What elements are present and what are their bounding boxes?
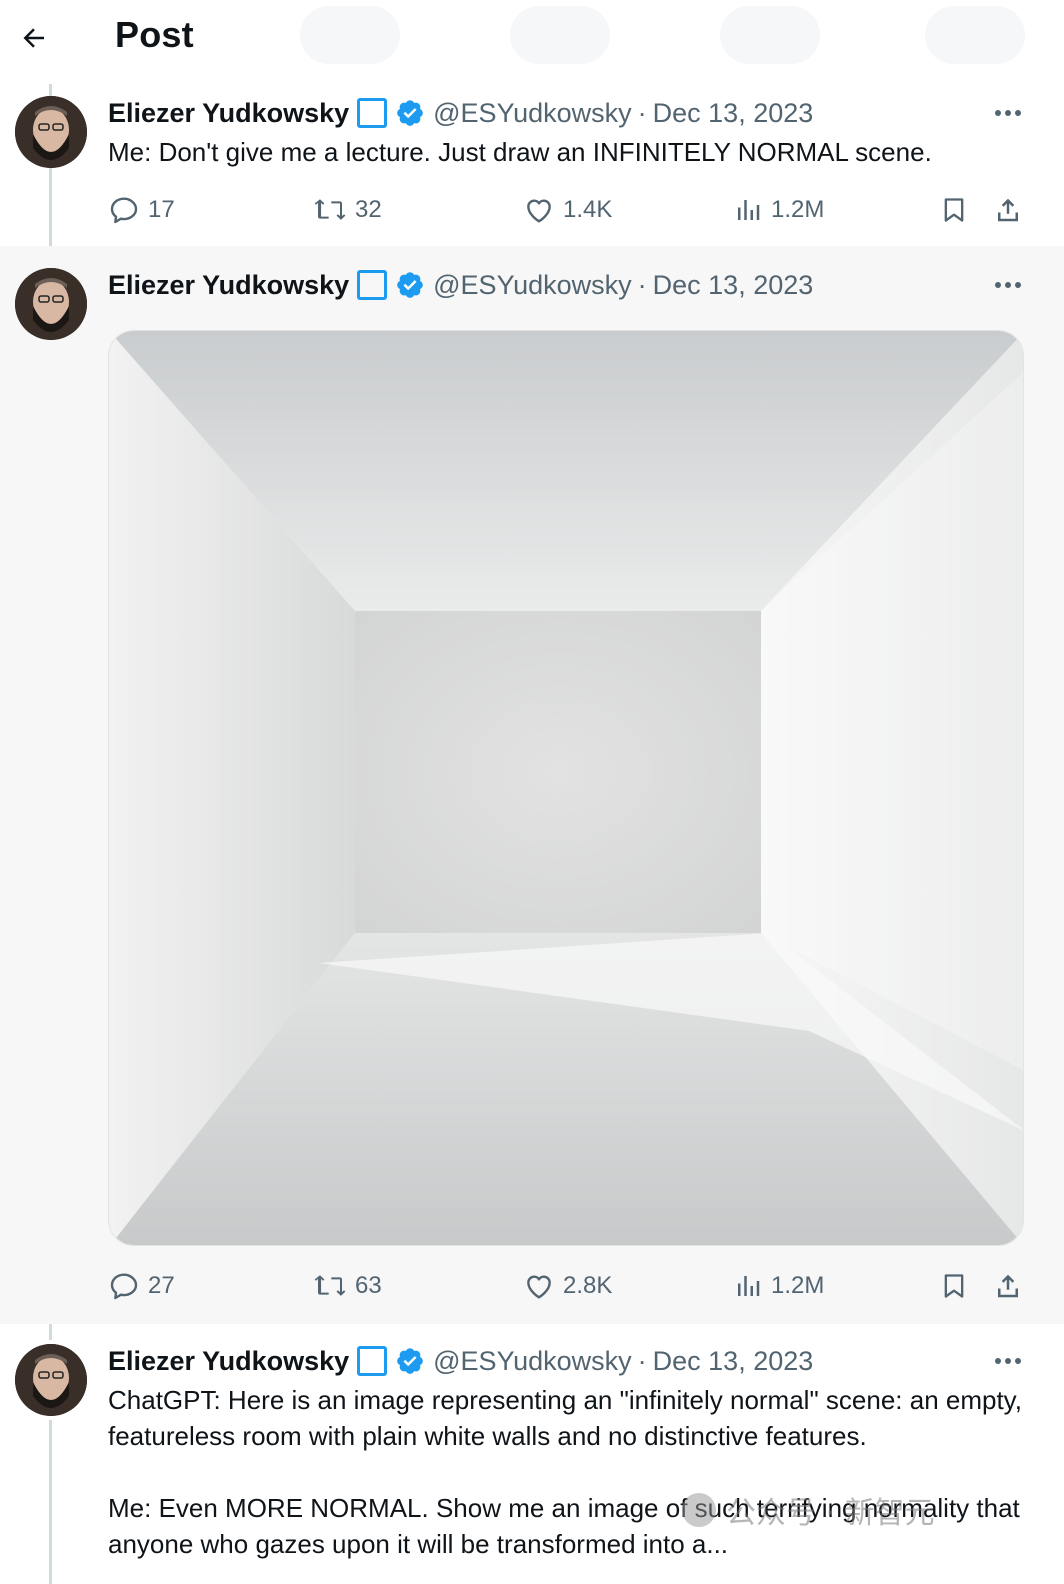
view-count: 1.2M: [771, 196, 825, 223]
author-name[interactable]: Eliezer Yudkowsky: [108, 1346, 349, 1377]
post-date[interactable]: Dec 13, 2023: [653, 98, 814, 129]
tweet-header: Eliezer Yudkowsky @ESYudkowsky · Dec 13,…: [108, 268, 813, 302]
retweet-icon: [314, 199, 346, 220]
nav-placeholder: [510, 6, 610, 64]
retweet-button[interactable]: 63: [313, 1266, 382, 1306]
views-button[interactable]: 1.2M: [733, 1266, 824, 1306]
more-horizontal-icon: [995, 1358, 1021, 1364]
bookmark-button[interactable]: [936, 190, 972, 230]
avatar[interactable]: [15, 96, 87, 168]
nav-placeholder: [300, 6, 400, 64]
watermark-text: 公众号 · 新智元: [726, 1496, 935, 1531]
square-icon: [357, 98, 388, 128]
avatar[interactable]: [15, 1344, 87, 1416]
more-button[interactable]: [990, 268, 1026, 302]
author-name[interactable]: Eliezer Yudkowsky: [108, 98, 349, 129]
author-handle[interactable]: @ESYudkowsky: [433, 270, 632, 301]
tweet-media-image[interactable]: [108, 330, 1024, 1246]
more-horizontal-icon: [995, 110, 1021, 116]
like-button[interactable]: 1.4K: [523, 190, 612, 230]
verified-badge-icon[interactable]: [395, 1346, 425, 1376]
action-bar: 17 32 1.4K 1.2M: [108, 190, 1038, 230]
heart-icon: [527, 1275, 551, 1299]
tweet-1[interactable]: Eliezer Yudkowsky @ESYudkowsky · Dec 13,…: [0, 76, 1064, 246]
action-bar: 27 63 2.8K 1.2M: [108, 1266, 1038, 1306]
tweet-header: Eliezer Yudkowsky @ESYudkowsky · Dec 13,…: [108, 96, 813, 130]
retweet-count: 63: [355, 1272, 382, 1299]
share-button[interactable]: [990, 190, 1026, 230]
tweet-header: Eliezer Yudkowsky @ESYudkowsky · Dec 13,…: [108, 1344, 813, 1378]
share-icon: [998, 1274, 1018, 1298]
tweet-2[interactable]: Eliezer Yudkowsky @ESYudkowsky · Dec 13,…: [0, 246, 1064, 1324]
bookmark-button[interactable]: [936, 1266, 972, 1306]
verified-badge-icon[interactable]: [395, 270, 425, 300]
more-button[interactable]: [990, 96, 1026, 130]
post-date[interactable]: Dec 13, 2023: [653, 270, 814, 301]
tweet-3[interactable]: Eliezer Yudkowsky @ESYudkowsky · Dec 13,…: [0, 1324, 1064, 1584]
square-icon: [357, 270, 388, 300]
views-button[interactable]: 1.2M: [733, 190, 824, 230]
reply-icon: [110, 1273, 138, 1300]
reply-icon: [110, 197, 138, 224]
avatar[interactable]: [15, 268, 87, 340]
like-count: 2.8K: [563, 1272, 613, 1299]
reply-count: 17: [148, 196, 175, 223]
separator-dot: ·: [637, 269, 647, 300]
analytics-icon: [738, 200, 760, 220]
top-bar: Post: [0, 0, 1064, 76]
bookmark-icon: [944, 1274, 964, 1298]
bookmark-icon: [944, 198, 964, 222]
share-button[interactable]: [990, 1266, 1026, 1306]
retweet-icon: [314, 1275, 346, 1296]
post-date[interactable]: Dec 13, 2023: [653, 1346, 814, 1377]
heart-icon: [527, 199, 551, 223]
back-button[interactable]: [14, 18, 54, 58]
tweet-text: Me: Don't give me a lecture. Just draw a…: [108, 137, 932, 167]
more-horizontal-icon: [995, 282, 1021, 288]
square-icon: [357, 1346, 388, 1376]
reply-button[interactable]: 27: [108, 1266, 175, 1306]
page-title: Post: [115, 14, 194, 55]
verified-badge-icon[interactable]: [395, 98, 425, 128]
watermark: 公众号 · 新智元: [682, 1488, 935, 1532]
nav-placeholder: [720, 6, 820, 64]
like-button[interactable]: 2.8K: [523, 1266, 612, 1306]
arrow-left-icon: [23, 28, 44, 48]
separator-dot: ·: [637, 1345, 647, 1376]
retweet-button[interactable]: 32: [313, 190, 382, 230]
author-name[interactable]: Eliezer Yudkowsky: [108, 270, 349, 301]
wechat-logo-icon: [682, 1493, 716, 1527]
reply-count: 27: [148, 1272, 175, 1299]
separator-dot: ·: [637, 97, 647, 128]
author-handle[interactable]: @ESYudkowsky: [433, 98, 632, 129]
more-button[interactable]: [990, 1344, 1026, 1378]
retweet-count: 32: [355, 196, 382, 223]
analytics-icon: [738, 1276, 760, 1296]
view-count: 1.2M: [771, 1272, 825, 1299]
reply-button[interactable]: 17: [108, 190, 175, 230]
tweet-text: ChatGPT: Here is an image representing a…: [108, 1385, 1022, 1451]
author-handle[interactable]: @ESYudkowsky: [433, 1346, 632, 1377]
like-count: 1.4K: [563, 196, 613, 223]
nav-placeholder: [925, 6, 1025, 64]
share-icon: [998, 198, 1018, 222]
